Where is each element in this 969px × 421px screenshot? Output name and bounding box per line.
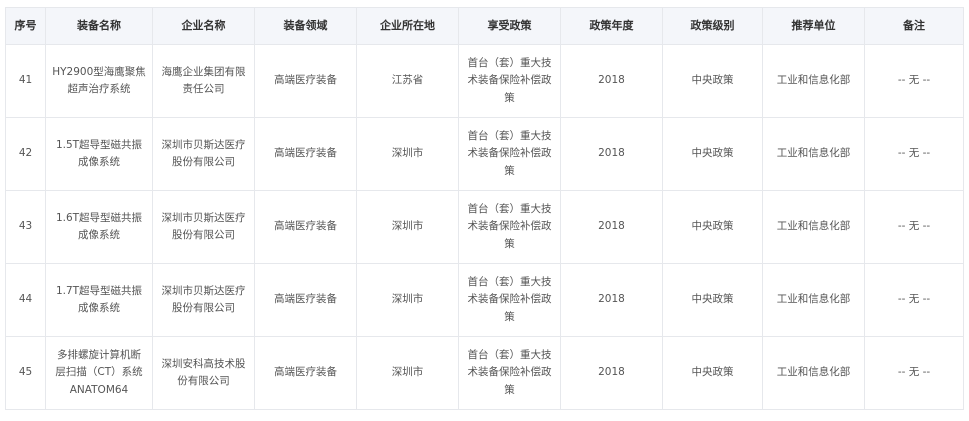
table-row: 43 1.6T超导型磁共振成像系统 深圳市贝斯达医疗股份有限公司 高端医疗装备 …: [5, 190, 964, 264]
cell-remarks: -- 无 --: [864, 117, 964, 191]
cell-company-location: 深圳市: [356, 263, 459, 337]
cell-recommending-unit: 工业和信息化部: [762, 117, 865, 191]
equipment-policy-table: 序号 装备名称 企业名称 装备领域 企业所在地 享受政策 政策年度 政策级别 推…: [5, 7, 964, 410]
cell-policy-year: 2018: [560, 263, 663, 337]
header-index: 序号: [5, 7, 46, 45]
cell-equipment-name: 1.7T超导型磁共振成像系统: [45, 263, 153, 337]
cell-equipment-field: 高端医疗装备: [254, 117, 357, 191]
cell-company-name: 海鹰企业集团有限责任公司: [152, 44, 255, 118]
cell-recommending-unit: 工业和信息化部: [762, 336, 865, 410]
header-policy-year: 政策年度: [560, 7, 663, 45]
header-recommending-unit: 推荐单位: [762, 7, 865, 45]
cell-index: 45: [5, 336, 46, 410]
cell-index: 44: [5, 263, 46, 337]
cell-index: 41: [5, 44, 46, 118]
cell-policy-year: 2018: [560, 117, 663, 191]
equipment-policy-table-container: 序号 装备名称 企业名称 装备领域 企业所在地 享受政策 政策年度 政策级别 推…: [5, 7, 964, 410]
header-equipment-field: 装备领域: [254, 7, 357, 45]
cell-equipment-name: 1.5T超导型磁共振成像系统: [45, 117, 153, 191]
cell-recommending-unit: 工业和信息化部: [762, 44, 865, 118]
table-header: 序号 装备名称 企业名称 装备领域 企业所在地 享受政策 政策年度 政策级别 推…: [5, 7, 964, 45]
table-row: 44 1.7T超导型磁共振成像系统 深圳市贝斯达医疗股份有限公司 高端医疗装备 …: [5, 263, 964, 337]
cell-company-location: 深圳市: [356, 190, 459, 264]
header-company-location: 企业所在地: [356, 7, 459, 45]
cell-equipment-name: 多排螺旋计算机断层扫描（CT）系统ANATOM64: [45, 336, 153, 410]
cell-index: 42: [5, 117, 46, 191]
header-remarks: 备注: [864, 7, 964, 45]
cell-recommending-unit: 工业和信息化部: [762, 263, 865, 337]
cell-equipment-name: 1.6T超导型磁共振成像系统: [45, 190, 153, 264]
cell-company-name: 深圳市贝斯达医疗股份有限公司: [152, 117, 255, 191]
cell-policy-level: 中央政策: [662, 117, 763, 191]
cell-policy: 首台（套）重大技术装备保险补偿政策: [458, 44, 561, 118]
header-policy-level: 政策级别: [662, 7, 763, 45]
table-row: 45 多排螺旋计算机断层扫描（CT）系统ANATOM64 深圳安科高技术股份有限…: [5, 336, 964, 410]
cell-policy: 首台（套）重大技术装备保险补偿政策: [458, 336, 561, 410]
cell-equipment-field: 高端医疗装备: [254, 44, 357, 118]
cell-recommending-unit: 工业和信息化部: [762, 190, 865, 264]
cell-remarks: -- 无 --: [864, 44, 964, 118]
cell-remarks: -- 无 --: [864, 263, 964, 337]
cell-policy-year: 2018: [560, 190, 663, 264]
cell-equipment-field: 高端医疗装备: [254, 263, 357, 337]
cell-company-name: 深圳市贝斯达医疗股份有限公司: [152, 263, 255, 337]
cell-policy-year: 2018: [560, 336, 663, 410]
cell-remarks: -- 无 --: [864, 190, 964, 264]
table-row: 42 1.5T超导型磁共振成像系统 深圳市贝斯达医疗股份有限公司 高端医疗装备 …: [5, 117, 964, 191]
cell-policy-level: 中央政策: [662, 263, 763, 337]
cell-company-name: 深圳市贝斯达医疗股份有限公司: [152, 190, 255, 264]
cell-policy: 首台（套）重大技术装备保险补偿政策: [458, 190, 561, 264]
table-row: 41 HY2900型海鹰聚焦超声治疗系统 海鹰企业集团有限责任公司 高端医疗装备…: [5, 44, 964, 118]
cell-policy: 首台（套）重大技术装备保险补偿政策: [458, 263, 561, 337]
cell-policy-year: 2018: [560, 44, 663, 118]
cell-equipment-name: HY2900型海鹰聚焦超声治疗系统: [45, 44, 153, 118]
header-row: 序号 装备名称 企业名称 装备领域 企业所在地 享受政策 政策年度 政策级别 推…: [5, 7, 964, 45]
header-policy: 享受政策: [458, 7, 561, 45]
cell-company-name: 深圳安科高技术股份有限公司: [152, 336, 255, 410]
header-company-name: 企业名称: [152, 7, 255, 45]
cell-policy-level: 中央政策: [662, 336, 763, 410]
cell-index: 43: [5, 190, 46, 264]
cell-company-location: 深圳市: [356, 117, 459, 191]
cell-remarks: -- 无 --: [864, 336, 964, 410]
table-body: 41 HY2900型海鹰聚焦超声治疗系统 海鹰企业集团有限责任公司 高端医疗装备…: [5, 44, 964, 410]
cell-company-location: 深圳市: [356, 336, 459, 410]
cell-policy-level: 中央政策: [662, 44, 763, 118]
cell-equipment-field: 高端医疗装备: [254, 190, 357, 264]
cell-equipment-field: 高端医疗装备: [254, 336, 357, 410]
cell-policy: 首台（套）重大技术装备保险补偿政策: [458, 117, 561, 191]
cell-policy-level: 中央政策: [662, 190, 763, 264]
cell-company-location: 江苏省: [356, 44, 459, 118]
header-equipment-name: 装备名称: [45, 7, 153, 45]
